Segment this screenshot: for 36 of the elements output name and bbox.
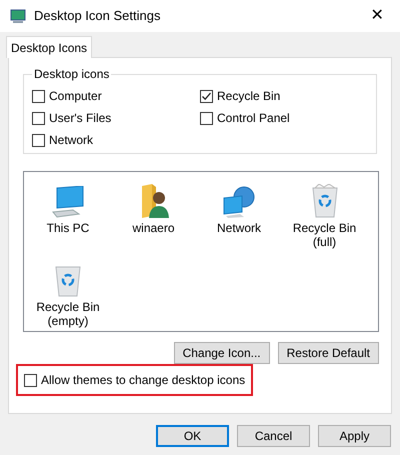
- tab[interactable]: Desktop Icons: [6, 36, 92, 58]
- monitor-icon: [10, 8, 26, 24]
- full-bin-icon: [310, 184, 340, 218]
- dialog-button[interactable]: Apply: [318, 425, 391, 447]
- icon-item[interactable]: winaero: [116, 178, 192, 251]
- icon-action-button[interactable]: Change Icon...: [174, 342, 270, 364]
- icon-action-button[interactable]: Restore Default: [278, 342, 379, 364]
- checkbox-label: Recycle Bin: [217, 88, 280, 105]
- allow-themes-option[interactable]: Allow themes to change desktop icons: [16, 364, 254, 396]
- icon-item[interactable]: Network: [201, 178, 277, 251]
- checkbox[interactable]: [32, 112, 45, 124]
- icon-label: Network: [216, 221, 262, 235]
- icon-label: Recycle Bin (full): [292, 221, 358, 249]
- icon-label: winaero: [131, 221, 176, 235]
- network-icon: [222, 186, 256, 218]
- checkbox[interactable]: [200, 90, 213, 102]
- monitor-icon: [51, 186, 85, 218]
- icon-label: This PC: [46, 221, 90, 235]
- dialog-button[interactable]: Cancel: [237, 425, 310, 447]
- icon-item[interactable]: Recycle Bin (full): [286, 178, 362, 251]
- checkbox[interactable]: [32, 90, 45, 102]
- window-title: Desktop Icon Settings: [34, 7, 160, 26]
- checkbox-label: Allow themes to change desktop icons: [41, 372, 246, 389]
- checkbox-label: Network: [49, 132, 94, 149]
- checkbox-label: User's Files: [49, 110, 112, 127]
- icon-item[interactable]: This PC: [30, 178, 106, 251]
- checkbox[interactable]: [32, 134, 45, 146]
- checkbox[interactable]: [24, 374, 37, 386]
- group-title: Desktop icons: [32, 66, 112, 82]
- checkbox[interactable]: [200, 112, 213, 124]
- dialog-button[interactable]: OK: [156, 425, 229, 447]
- icon-label: Recycle Bin (empty): [35, 300, 101, 328]
- close-button[interactable]: ✕: [354, 0, 400, 32]
- checkbox-label: Control Panel: [217, 110, 290, 127]
- icon-item[interactable]: Recycle Bin (empty): [30, 257, 106, 330]
- checkbox-label: Computer: [49, 88, 102, 105]
